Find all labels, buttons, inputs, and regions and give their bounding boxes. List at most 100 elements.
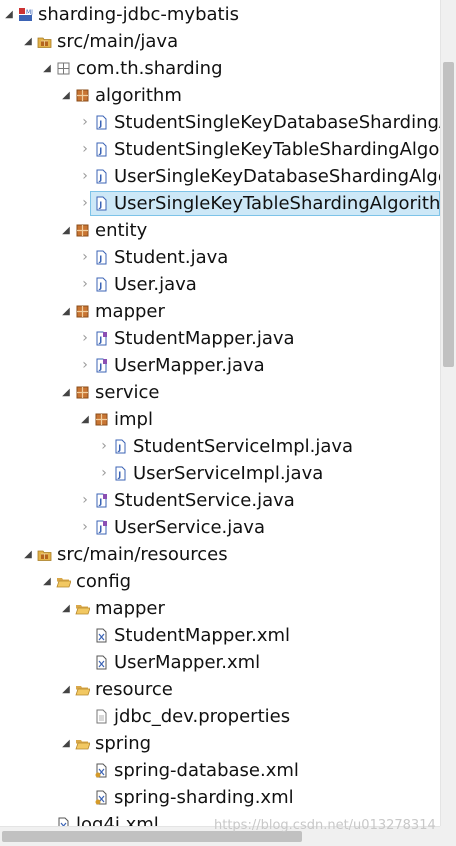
collapse-arrow-icon[interactable]: › (78, 163, 92, 190)
tree-item[interactable]: spring-database.xml (0, 757, 440, 784)
tree-item[interactable]: › J UserServiceImpl.java (0, 460, 440, 487)
expand-arrow-icon[interactable]: ◢ (59, 298, 73, 325)
vertical-scrollbar-thumb[interactable] (443, 62, 454, 367)
xml-file-icon (56, 817, 71, 826)
expand-arrow-icon[interactable]: ◢ (59, 379, 73, 406)
folder-open-icon (75, 601, 91, 616)
project-explorer-tree: ◢ MJ sharding-jdbc-mybatis ◢ src/main/java ◢ c… (0, 0, 440, 826)
tree-item[interactable]: ◢ algorithm (0, 82, 440, 109)
tree-item[interactable]: › J UserSingleKeyTableShardingAlgorithm (0, 190, 440, 217)
tree-item[interactable]: › J User.java (0, 271, 440, 298)
tree-item[interactable]: › J StudentService.java (0, 487, 440, 514)
collapse-arrow-icon[interactable]: › (78, 190, 92, 217)
vertical-scrollbar[interactable] (440, 0, 456, 846)
collapse-arrow-icon[interactable]: › (78, 325, 92, 352)
tree-item-label: service (95, 382, 160, 403)
tree-item[interactable]: ◢ resource (0, 676, 440, 703)
tree-item[interactable]: › J UserSingleKeyDatabaseShardingAlgo (0, 163, 440, 190)
tree-item-label: sharding-jdbc-mybatis (38, 4, 239, 25)
java-file-icon: J (94, 250, 109, 265)
properties-file-icon (94, 709, 109, 724)
collapse-arrow-icon[interactable]: › (97, 433, 111, 460)
svg-text:J: J (98, 201, 102, 210)
tree-item[interactable]: ◢ com.th.sharding (0, 55, 440, 82)
collapse-arrow-icon[interactable]: › (97, 460, 111, 487)
tree-item-label: StudentSingleKeyDatabaseShardingA (114, 112, 440, 133)
tree-item-label: src/main/java (57, 31, 179, 52)
java-interface-icon: J (94, 493, 109, 508)
expand-arrow-icon[interactable]: ◢ (2, 1, 16, 28)
java-interface-icon: J (94, 331, 109, 346)
source-folder-icon (37, 34, 52, 49)
tree-item[interactable]: ◢ mapper (0, 298, 440, 325)
tree-item-label: log4j.xml (76, 814, 159, 826)
expand-arrow-icon[interactable]: ◢ (59, 730, 73, 757)
java-file-icon: J (94, 142, 109, 157)
tree-item[interactable]: ◢ config (0, 568, 440, 595)
java-file-icon: J (94, 169, 109, 184)
collapse-arrow-icon[interactable]: › (78, 514, 92, 541)
expand-arrow-icon[interactable]: ◢ (21, 28, 35, 55)
tree-item-label: UserServiceImpl.java (133, 463, 324, 484)
tree-item[interactable]: ◢ mapper (0, 595, 440, 622)
tree-item[interactable]: › J Student.java (0, 244, 440, 271)
tree-item[interactable]: › J UserMapper.java (0, 352, 440, 379)
tree-item[interactable]: ◢ src/main/java (0, 28, 440, 55)
collapse-arrow-icon[interactable]: › (78, 244, 92, 271)
expand-arrow-icon[interactable]: ◢ (40, 568, 54, 595)
svg-text:J: J (98, 363, 102, 372)
tree-item-label: UserSingleKeyTableShardingAlgorithm (114, 193, 440, 214)
java-file-icon: J (113, 466, 128, 481)
spring-xml-file-icon (94, 763, 109, 778)
tree-item-label: UserMapper.xml (114, 652, 261, 673)
java-file-icon: J (113, 439, 128, 454)
svg-text:J: J (98, 282, 102, 291)
tree-item[interactable]: ◢ impl (0, 406, 440, 433)
tree-item[interactable]: › J StudentSingleKeyDatabaseShardingA (0, 109, 440, 136)
tree-item[interactable]: spring-sharding.xml (0, 784, 440, 811)
tree-item[interactable]: ◢ spring (0, 730, 440, 757)
java-file-icon: J (94, 115, 109, 130)
folder-open-icon (56, 574, 72, 589)
tree-item-label: UserSingleKeyDatabaseShardingAlgo (114, 166, 440, 187)
scrollbar-corner (440, 826, 456, 846)
collapse-arrow-icon[interactable]: › (78, 109, 92, 136)
expand-arrow-icon[interactable]: ◢ (40, 55, 54, 82)
expand-arrow-icon[interactable]: ◢ (78, 406, 92, 433)
collapse-arrow-icon[interactable]: › (78, 487, 92, 514)
tree-item[interactable]: ◢ service (0, 379, 440, 406)
tree-item[interactable]: UserMapper.xml (0, 649, 440, 676)
expand-arrow-icon[interactable]: ◢ (59, 82, 73, 109)
package-icon (75, 88, 90, 103)
tree-item[interactable]: ◢ MJ sharding-jdbc-mybatis (0, 1, 440, 28)
collapse-arrow-icon[interactable]: › (78, 271, 92, 298)
tree-item-label: algorithm (95, 85, 182, 106)
tree-item[interactable]: ◢ src/main/resources (0, 541, 440, 568)
tree-item[interactable]: › J StudentServiceImpl.java (0, 433, 440, 460)
tree-item[interactable]: › J UserService.java (0, 514, 440, 541)
tree-item[interactable]: › J StudentSingleKeyTableShardingAlgor (0, 136, 440, 163)
expand-arrow-icon[interactable]: ◢ (21, 541, 35, 568)
tree-item[interactable]: StudentMapper.xml (0, 622, 440, 649)
collapse-arrow-icon[interactable]: › (78, 136, 92, 163)
tree-item-label: impl (114, 409, 153, 430)
collapse-arrow-icon[interactable]: › (78, 352, 92, 379)
svg-text:J: J (98, 120, 102, 129)
tree-item[interactable]: jdbc_dev.properties (0, 703, 440, 730)
expand-arrow-icon[interactable]: ◢ (59, 676, 73, 703)
xml-file-icon (94, 655, 109, 670)
tree-item[interactable]: › J StudentMapper.java (0, 325, 440, 352)
java-file-icon: J (94, 196, 109, 211)
expand-arrow-icon[interactable]: ◢ (59, 595, 73, 622)
tree-item[interactable]: ◢ entity (0, 217, 440, 244)
folder-open-icon (75, 736, 91, 751)
package-icon (75, 223, 90, 238)
tree-item-label: spring-sharding.xml (114, 787, 294, 808)
expand-arrow-icon[interactable]: ◢ (59, 217, 73, 244)
tree-item-label: spring (95, 733, 152, 754)
svg-text:MJ: MJ (26, 9, 33, 16)
package-icon (94, 412, 109, 427)
tree-item-label: resource (95, 679, 173, 700)
svg-text:J: J (98, 174, 102, 183)
svg-text:J: J (98, 525, 102, 534)
